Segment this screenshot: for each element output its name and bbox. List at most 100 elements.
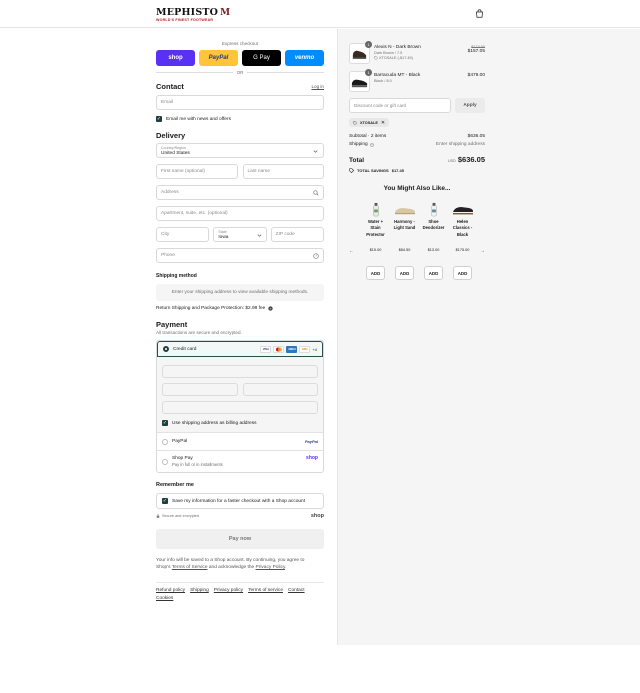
- zip-field[interactable]: ZIP code: [270, 227, 324, 242]
- cookies-link[interactable]: Cookies: [156, 596, 173, 601]
- add-to-cart-button[interactable]: ADD: [366, 266, 385, 280]
- save-info-checkbox[interactable]: ✓: [162, 498, 168, 504]
- carousel-prev-icon[interactable]: ←: [349, 248, 354, 254]
- recommendation-name[interactable]: Helen Classics - Black: [450, 219, 475, 246]
- payment-title: Payment: [156, 320, 188, 329]
- recommendation-name[interactable]: Water + Stain Protector: [363, 219, 388, 246]
- chevron-down-icon: [257, 234, 262, 237]
- credit-card-radio[interactable]: [163, 346, 169, 352]
- express-checkout-label: Express checkout: [221, 41, 259, 46]
- chevron-down-icon: [313, 150, 318, 153]
- payment-methods: Credit card VISA AMEX DISC +4 ✓ Use ship…: [156, 340, 324, 473]
- pay-now-button[interactable]: Pay now: [156, 529, 324, 549]
- paypal-radio[interactable]: [162, 438, 168, 445]
- terms-link[interactable]: Terms of Service: [172, 565, 208, 570]
- shipping-notice: Enter your shipping address to view avai…: [156, 284, 324, 301]
- google-pay-button[interactable]: G Pay: [242, 50, 281, 66]
- total-value: $636.05: [457, 155, 485, 164]
- shopping-bag-icon[interactable]: [475, 9, 484, 18]
- refund-policy-link[interactable]: Refund policy: [156, 588, 185, 593]
- privacy-policy-link[interactable]: Privacy policy: [214, 588, 243, 593]
- express-buttons: shop PayPal G Pay venmo: [156, 50, 324, 66]
- news-checkbox[interactable]: ✓: [156, 116, 162, 122]
- save-info-label: Save my information for a faster checkou…: [172, 498, 306, 504]
- shipping-value: Enter shipping address: [435, 142, 485, 147]
- card-number-field[interactable]: [162, 365, 318, 378]
- svg-text:?: ?: [315, 254, 317, 258]
- recommendation-price: $13.00: [427, 248, 440, 252]
- discount-code-chip: XTOSALE ✕: [349, 118, 390, 127]
- product-image: [421, 202, 446, 217]
- product-image: [392, 202, 417, 217]
- name-on-card-field[interactable]: [162, 401, 318, 414]
- recommendation-name[interactable]: Harmony - Light Sand: [392, 219, 417, 246]
- or-label: OR: [236, 70, 244, 75]
- apartment-field[interactable]: Apartment, suite, etc. (optional): [156, 206, 324, 221]
- discount-code-input[interactable]: Discount code or gift card: [349, 98, 451, 113]
- shop-pay-subtitle: Pay in full or in installments: [172, 462, 223, 467]
- help-icon[interactable]: ?: [369, 142, 374, 147]
- country-value: United States: [161, 151, 190, 156]
- item-name: Alexis N - Dark Brown: [374, 45, 421, 50]
- or-divider: OR: [156, 70, 325, 75]
- shop-pay-option[interactable]: Shop Pay Pay in full or in installments …: [157, 450, 323, 472]
- address-placeholder: Address: [161, 190, 179, 195]
- brand-logo[interactable]: MEPHISTO M WORLD'S FINEST FOOTWEAR: [156, 7, 230, 22]
- tag-icon: [374, 56, 378, 60]
- savings-label: TOTAL SAVINGS: [357, 168, 389, 173]
- more-cards-count: +4: [312, 346, 317, 352]
- email-field[interactable]: Email: [156, 95, 324, 110]
- expiration-field[interactable]: [162, 383, 238, 396]
- recommendation-card: Harmony - Light Sand $84.50 ADD: [392, 202, 417, 280]
- terms-of-service-link[interactable]: Terms of service: [248, 588, 283, 593]
- shop-pay-radio[interactable]: [162, 458, 168, 465]
- credit-card-option[interactable]: Credit card VISA AMEX DISC +4: [157, 341, 323, 357]
- contact-link[interactable]: Contact: [288, 588, 305, 593]
- paypal-label: PayPal: [172, 439, 188, 444]
- recommendations-title: You Might Also Like...: [383, 185, 451, 192]
- item-discount: XTOSALE (-$17.45): [379, 56, 413, 60]
- help-icon[interactable]: ?: [313, 253, 319, 259]
- first-name-field[interactable]: First name (optional): [156, 164, 238, 179]
- tag-icon: [353, 120, 357, 125]
- venmo-button[interactable]: venmo: [285, 50, 324, 66]
- privacy-link[interactable]: Privacy Policy: [256, 565, 286, 570]
- add-to-cart-button[interactable]: ADD: [424, 266, 443, 280]
- cart-item: 1 Barracuda MT - Black Black / 8.0 $479.…: [349, 69, 485, 94]
- shipping-link[interactable]: Shipping: [190, 588, 209, 593]
- add-to-cart-button[interactable]: ADD: [453, 266, 472, 280]
- remove-code-icon[interactable]: ✕: [381, 120, 385, 126]
- cart-item: 1 Alexis N - Dark Brown Dark Brown / 7.5…: [349, 41, 485, 66]
- recommendation-price: $84.50: [398, 248, 411, 252]
- carousel-next-icon[interactable]: →: [480, 248, 485, 254]
- billing-same-checkbox[interactable]: ✓: [162, 420, 168, 426]
- add-to-cart-button[interactable]: ADD: [395, 266, 414, 280]
- quantity-badge: 1: [365, 41, 372, 48]
- paypal-option[interactable]: PayPal PayPal: [157, 432, 323, 450]
- state-label: State: [218, 230, 227, 234]
- country-label: Country/Region: [161, 146, 186, 150]
- info-icon[interactable]: ?: [268, 306, 274, 311]
- legal-line-2-end: .: [285, 565, 287, 571]
- security-code-field[interactable]: [242, 383, 318, 396]
- state-select[interactable]: State Iowa: [213, 227, 267, 242]
- lock-icon: [156, 514, 160, 518]
- recommendations-carousel: ← Water + Stain Protector $15.00 ADD Har…: [349, 202, 485, 280]
- delivery-title: Delivery: [156, 131, 186, 140]
- last-name-field[interactable]: Last name: [242, 164, 324, 179]
- recommendation-card: Water + Stain Protector $15.00 ADD: [363, 202, 388, 280]
- recommendation-name[interactable]: Shoe Deodorizer: [421, 219, 446, 246]
- city-field[interactable]: City: [156, 227, 210, 242]
- paypal-button[interactable]: PayPal: [199, 50, 238, 66]
- product-image: [450, 202, 475, 217]
- total-label: Total: [349, 157, 365, 164]
- save-info-option[interactable]: ✓ Save my information for a faster check…: [156, 493, 324, 509]
- shop-pay-button[interactable]: shop: [156, 50, 195, 66]
- apply-button[interactable]: Apply: [455, 98, 485, 113]
- phone-field[interactable]: Phone ?: [156, 248, 324, 263]
- protection-text: Return Shipping and Package Protection: …: [156, 306, 266, 311]
- address-field[interactable]: Address: [156, 185, 324, 200]
- shop-logo: shop: [310, 513, 324, 519]
- country-select[interactable]: Country/Region United States: [156, 143, 324, 158]
- login-link[interactable]: Log in: [311, 84, 324, 89]
